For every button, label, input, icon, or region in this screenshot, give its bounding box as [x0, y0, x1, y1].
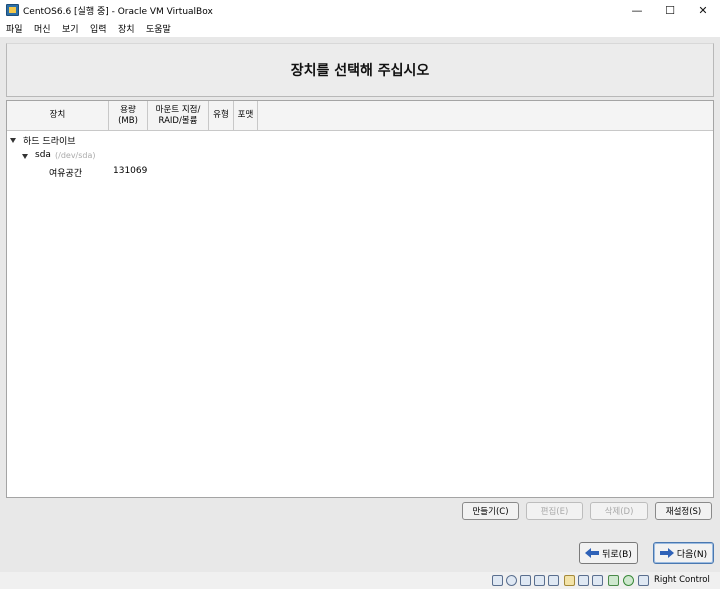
- window-title: CentOS6.6 [실행 중] - Oracle VM VirtualBox: [23, 7, 213, 17]
- tree-row-free-space[interactable]: 여유공간 131069: [7, 165, 713, 180]
- installer-header: 장치를 선택해 주십시오: [6, 43, 714, 97]
- usb-icon[interactable]: [548, 575, 559, 586]
- window-titlebar: CentOS6.6 [실행 중] - Oracle VM VirtualBox …: [0, 0, 720, 20]
- shared-folder-icon[interactable]: [564, 575, 575, 586]
- tree-row-sda[interactable]: sda (/dev/sda): [7, 149, 713, 164]
- group-label: 하드 드라이브: [23, 137, 76, 147]
- free-space-label: 여유공간: [49, 169, 83, 179]
- column-format[interactable]: 포맷: [234, 101, 258, 131]
- device-tree[interactable]: 장치 용량 (MB) 마운트 지점/ RAID/볼륨 유형 포맷 하드 드라이브…: [6, 100, 714, 498]
- arrow-right-icon: [659, 548, 674, 558]
- mouse-integration-icon[interactable]: [623, 575, 634, 586]
- page-title: 장치를 선택해 주십시오: [290, 63, 430, 79]
- keyboard-icon[interactable]: [638, 575, 649, 586]
- display-icon[interactable]: [578, 575, 589, 586]
- disk-path: (/dev/sda): [55, 151, 96, 160]
- column-mount[interactable]: 마운트 지점/ RAID/볼륨: [148, 101, 209, 131]
- menu-file[interactable]: 파일: [6, 22, 23, 35]
- menu-help[interactable]: 도움말: [146, 22, 171, 35]
- menu-machine[interactable]: 머신: [34, 22, 51, 35]
- menubar: 파일 머신 보기 입력 장치 도움말: [0, 20, 720, 36]
- close-button[interactable]: ✕: [686, 0, 720, 20]
- disk-name: sda: [35, 150, 51, 160]
- reset-button[interactable]: 재설정(S): [655, 502, 712, 520]
- maximize-button[interactable]: ☐: [653, 0, 687, 20]
- column-size[interactable]: 용량 (MB): [109, 101, 148, 131]
- create-button[interactable]: 만들기(C): [462, 502, 519, 520]
- column-device[interactable]: 장치: [7, 101, 109, 131]
- tree-row-hard-drives[interactable]: 하드 드라이브: [7, 133, 713, 148]
- expander-open-icon[interactable]: [22, 154, 28, 159]
- optical-drive-icon[interactable]: [506, 575, 517, 586]
- guest-display[interactable]: 장치를 선택해 주십시오 장치 용량 (MB) 마운트 지점/ RAID/볼륨 …: [0, 37, 720, 572]
- edit-button[interactable]: 편집(E): [526, 502, 583, 520]
- column-filler: [258, 101, 713, 131]
- statusbar: Right Control: [0, 572, 720, 589]
- back-button-label: 뒤로(B): [602, 549, 632, 560]
- free-space-size: 131069: [113, 166, 148, 176]
- host-key-label: Right Control: [654, 575, 710, 585]
- next-button[interactable]: 다음(N): [653, 542, 714, 564]
- arrow-left-icon: [585, 548, 600, 558]
- expander-open-icon[interactable]: [10, 138, 16, 143]
- video-capture-icon[interactable]: [592, 575, 603, 586]
- minimize-button[interactable]: —: [620, 0, 654, 20]
- menu-view[interactable]: 보기: [62, 22, 79, 35]
- back-button[interactable]: 뒤로(B): [579, 542, 638, 564]
- next-button-label: 다음(N): [676, 549, 708, 560]
- menu-input[interactable]: 입력: [90, 22, 107, 35]
- virtualbox-app-icon: [6, 4, 19, 16]
- delete-button[interactable]: 삭제(D): [590, 502, 648, 520]
- menu-devices[interactable]: 장치: [118, 22, 135, 35]
- cpu-icon[interactable]: [608, 575, 619, 586]
- column-type[interactable]: 유형: [209, 101, 234, 131]
- network-icon[interactable]: [534, 575, 545, 586]
- audio-icon[interactable]: [520, 575, 531, 586]
- hard-disk-icon[interactable]: [492, 575, 503, 586]
